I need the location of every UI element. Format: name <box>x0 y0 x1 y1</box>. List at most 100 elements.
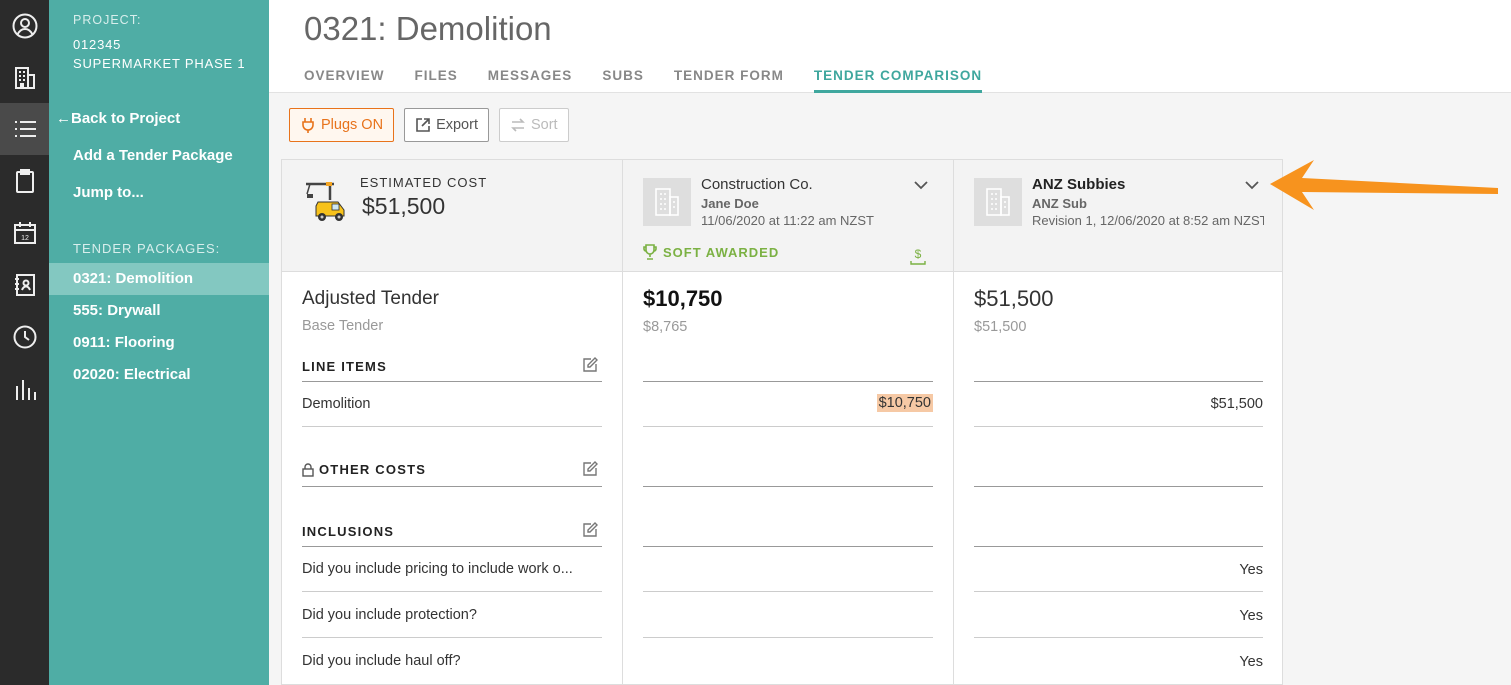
bidder-date: 11/06/2020 at 11:22 am NZST <box>701 213 874 228</box>
sort-label: Sort <box>530 117 558 133</box>
bidder-contact: ANZ Sub <box>1032 196 1087 211</box>
list-icon[interactable] <box>0 103 49 155</box>
line-items-heading: LINE ITEMS <box>302 359 387 374</box>
building-icon[interactable] <box>0 52 49 104</box>
bar-chart-icon[interactable] <box>0 363 49 415</box>
line-item-amount[interactable]: $51,500 <box>974 396 1263 412</box>
section-divider <box>643 546 933 547</box>
project-label: PROJECT: <box>73 13 142 27</box>
other-costs-label: OTHER COSTS <box>319 462 427 477</box>
sidebar-item-package[interactable]: 0321: Demolition <box>49 263 269 295</box>
plug-icon <box>302 118 314 133</box>
tab-subs[interactable]: SUBS <box>602 68 644 93</box>
inclusion-answer: Yes <box>1239 562 1263 578</box>
sort-icon <box>511 118 525 132</box>
inclusion-question: Did you include pricing to include work … <box>302 561 573 577</box>
annotation-arrow-icon <box>1262 158 1502 213</box>
section-divider <box>302 381 602 382</box>
tab-bar: OVERVIEW FILES MESSAGES SUBS TENDER FORM… <box>304 68 1012 93</box>
plugs-toggle-button[interactable]: Plugs ON <box>289 108 395 142</box>
inclusions-heading: INCLUSIONS <box>302 524 395 539</box>
building-placeholder-icon <box>974 178 1022 226</box>
base-tender-amount: $51,500 <box>974 319 1027 335</box>
base-tender-label: Base Tender <box>302 318 384 334</box>
sort-button[interactable]: Sort <box>498 108 569 142</box>
back-to-project-link[interactable]: ←Back to Project <box>56 110 180 127</box>
jump-to-link[interactable]: Jump to... <box>73 184 144 201</box>
crane-truck-icon <box>302 178 352 223</box>
inclusion-answer: Yes <box>1239 654 1263 670</box>
section-divider <box>643 486 933 487</box>
edit-icon[interactable] <box>582 461 598 477</box>
tab-tender-form[interactable]: TENDER FORM <box>674 68 784 93</box>
svg-text:$: $ <box>915 247 922 261</box>
export-icon <box>416 118 430 132</box>
sidebar-item-package[interactable]: 02020: Electrical <box>49 359 269 391</box>
calendar-icon[interactable]: 12 <box>0 207 49 259</box>
row-divider <box>643 637 933 638</box>
tender-comparison-grid: ESTIMATED COST $51,500 Construction Co. … <box>281 159 1283 685</box>
export-button[interactable]: Export <box>404 108 489 142</box>
project-number: 012345 <box>73 37 122 52</box>
section-divider <box>302 486 602 487</box>
highlighted-amount: $10,750 <box>876 394 933 412</box>
adjusted-tender-amount: $10,750 <box>643 286 723 311</box>
building-placeholder-icon <box>643 178 691 226</box>
user-circle-icon[interactable] <box>0 0 49 52</box>
back-label: Back to Project <box>71 110 181 127</box>
line-item-label: Demolition <box>302 396 371 412</box>
base-tender-amount: $8,765 <box>643 319 688 335</box>
icon-rail: 12 <box>0 0 49 685</box>
row-divider <box>302 426 602 427</box>
other-costs-heading: OTHER COSTS <box>302 462 426 477</box>
estimated-cost-value: $51,500 <box>362 193 446 219</box>
contacts-book-icon[interactable] <box>0 259 49 311</box>
estimated-cost-label: ESTIMATED COST <box>360 175 488 190</box>
bidder-company: Construction Co. <box>701 176 813 193</box>
soft-awarded-status: SOFT AWARDED <box>643 244 779 260</box>
clock-icon[interactable] <box>0 311 49 363</box>
inclusion-question: Did you include protection? <box>302 607 477 623</box>
page-title: 0321: Demolition <box>304 10 552 47</box>
inclusion-question: Did you include haul off? <box>302 653 461 669</box>
tab-overview[interactable]: OVERVIEW <box>304 68 385 93</box>
lock-icon <box>302 462 314 477</box>
section-divider <box>974 546 1263 547</box>
bidder-card: Construction Co. Jane Doe 11/06/2020 at … <box>623 160 953 272</box>
trophy-icon <box>643 244 657 260</box>
tab-files[interactable]: FILES <box>415 68 458 93</box>
page-header: 0321: Demolition OVERVIEW FILES MESSAGES… <box>269 0 1511 93</box>
row-divider <box>643 591 933 592</box>
project-name: SUPERMARKET PHASE 1 <box>73 56 246 71</box>
clipboard-icon[interactable] <box>0 155 49 207</box>
row-divider <box>643 426 933 427</box>
tab-messages[interactable]: MESSAGES <box>488 68 573 93</box>
bidder-company: ANZ Subbies <box>1032 176 1126 193</box>
section-divider <box>643 381 933 382</box>
section-divider <box>974 486 1263 487</box>
svg-text:12: 12 <box>21 235 29 242</box>
adjusted-tender-amount: $51,500 <box>974 286 1054 311</box>
section-divider <box>974 381 1263 382</box>
edit-icon[interactable] <box>582 357 598 373</box>
bidder-date: Revision 1, 12/06/2020 at 8:52 am NZST <box>1032 213 1264 228</box>
add-tender-package-link[interactable]: Add a Tender Package <box>73 147 233 164</box>
sidebar: PROJECT: 012345 SUPERMARKET PHASE 1 ←Bac… <box>49 0 269 685</box>
arrow-left-icon: ← <box>56 110 71 127</box>
row-divider <box>974 591 1263 592</box>
row-divider <box>974 426 1263 427</box>
section-divider <box>302 546 602 547</box>
export-label: Export <box>436 117 478 133</box>
sidebar-item-package[interactable]: 555: Drywall <box>49 295 269 327</box>
chevron-down-icon[interactable] <box>1244 178 1260 190</box>
dollar-download-icon[interactable]: $ <box>908 246 928 266</box>
adjusted-tender-label: Adjusted Tender <box>302 288 439 309</box>
sidebar-item-package[interactable]: 0911: Flooring <box>49 327 269 359</box>
chevron-down-icon[interactable] <box>913 178 929 190</box>
edit-icon[interactable] <box>582 522 598 538</box>
bidder-contact: Jane Doe <box>701 196 759 211</box>
soft-awarded-label: SOFT AWARDED <box>663 244 780 260</box>
inclusion-answer: Yes <box>1239 608 1263 624</box>
tab-tender-comparison[interactable]: TENDER COMPARISON <box>813 68 983 93</box>
line-item-amount[interactable]: $10,750 <box>643 394 933 412</box>
